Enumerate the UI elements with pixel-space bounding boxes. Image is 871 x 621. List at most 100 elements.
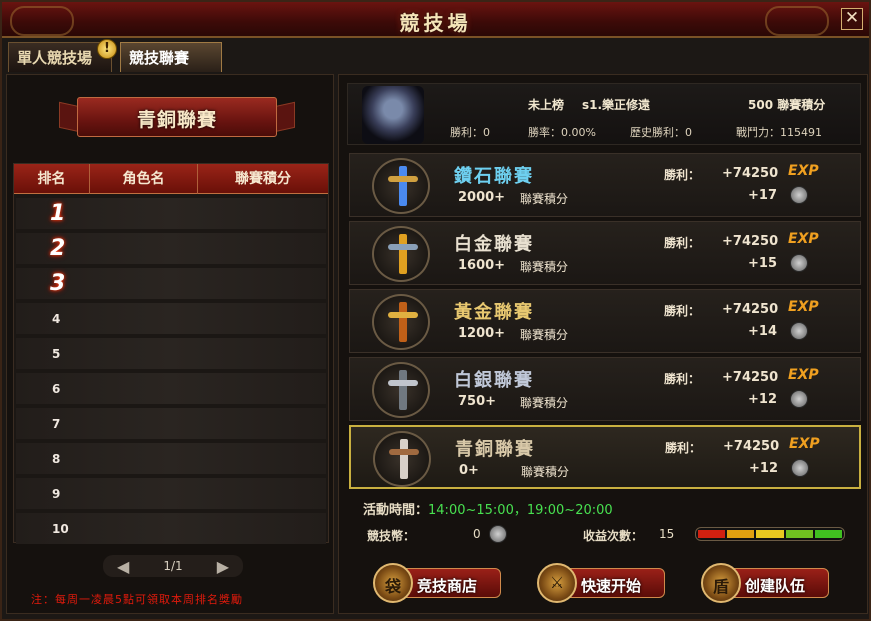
coin-reward: +14: [748, 324, 777, 339]
table-row: 2: [16, 233, 326, 264]
rank-number: 9: [52, 486, 61, 501]
shop-bag-icon: 袋: [373, 563, 413, 603]
gain-count-label: 收益次數：: [583, 529, 644, 543]
league-min-points: 2000+: [458, 190, 506, 205]
win-reward-label: 勝利：: [664, 304, 701, 318]
league-card[interactable]: 白金聯賽 1600+ 聯賽積分 勝利： +74250 EXP +15: [349, 221, 861, 285]
table-row: 3: [16, 268, 326, 299]
table-row: 10: [16, 513, 326, 544]
league-card[interactable]: 白銀聯賽 750+ 聯賽積分 勝利： +74250 EXP +12: [349, 357, 861, 421]
league-panel: 未上榜 s1.樂正修遠 500 聯賽積分 勝利：0 勝率：0.00% 歷史勝利：…: [338, 74, 868, 614]
avatar[interactable]: [362, 86, 424, 144]
close-button[interactable]: ✕: [841, 8, 863, 30]
event-time-label: 活動時間：: [363, 503, 429, 518]
shield-team-icon: 盾: [701, 563, 741, 603]
exp-tag: EXP: [788, 299, 819, 315]
title-bar: 競技場 ✕: [2, 2, 869, 38]
league-card[interactable]: 青銅聯賽 0+ 聯賽積分 勝利： +74250 EXP +12: [349, 425, 861, 489]
league-name: 鑽石聯賽: [454, 166, 534, 187]
exp-tag: EXP: [789, 436, 820, 452]
league-min-points: 1200+: [458, 326, 506, 341]
table-row: 8: [16, 443, 326, 474]
league-sword-icon: [372, 362, 430, 418]
rank-number: 10: [52, 521, 69, 536]
coin-reward: +12: [748, 392, 777, 407]
gain-segment: [814, 530, 843, 538]
next-page-button[interactable]: ▶: [217, 557, 229, 576]
league-banner: 青銅聯賽: [59, 97, 295, 139]
exp-reward: +74250: [722, 370, 779, 385]
win-reward-label: 勝利：: [665, 441, 702, 455]
tab-solo-arena[interactable]: 單人競技場 !: [8, 39, 117, 72]
create-team-label: 创建队伍: [745, 577, 806, 595]
coin-reward: +17: [748, 188, 777, 203]
coin-reward: +12: [749, 461, 778, 476]
arena-coin-icon: [790, 186, 808, 204]
gain-progress-bar: [695, 527, 845, 541]
win-reward-label: 勝利：: [664, 236, 701, 250]
pager: ◀ 1/1 ▶: [103, 555, 243, 577]
exp-reward: +74250: [722, 166, 779, 181]
rank-number: 8: [52, 451, 61, 466]
league-sword-icon: [373, 431, 431, 487]
league-name: 白金聯賽: [454, 234, 534, 255]
arena-shop-button[interactable]: 袋 竞技商店: [373, 563, 503, 603]
league-card[interactable]: 黃金聯賽 1200+ 聯賽積分 勝利： +74250 EXP +14: [349, 289, 861, 353]
create-team-button[interactable]: 盾 创建队伍: [701, 563, 831, 603]
exp-reward: +74250: [722, 234, 779, 249]
header-name: 角色名: [90, 164, 198, 194]
league-points-unit: 聯賽積分: [520, 260, 569, 274]
arena-coin-icon: [790, 390, 808, 408]
player-name: s1.樂正修遠: [582, 98, 651, 112]
tab-solo-arena-label: 單人競技場: [17, 49, 93, 67]
ranking-panel: 青銅聯賽 排名 角色名 聯賽積分 1 2 3 4 5 6 7 8 9 10 ◀ 1/1 ▶ 注：每…: [6, 74, 334, 614]
rank-number: 1: [50, 201, 66, 226]
banner-title: 青銅聯賽: [136, 109, 217, 131]
table-row: 7: [16, 408, 326, 439]
table-row: 4: [16, 303, 326, 334]
arena-coin-icon: [790, 254, 808, 272]
gain-segment: [698, 530, 726, 538]
rank-number: 6: [52, 381, 61, 396]
table-row: 1: [16, 198, 326, 229]
rank-number: 7: [52, 416, 61, 431]
player-power: 戰鬥力：115491: [736, 126, 822, 139]
arena-shop-label: 竞技商店: [417, 577, 478, 595]
exp-reward: +74250: [722, 302, 779, 317]
league-card[interactable]: 鑽石聯賽 2000+ 聯賽積分 勝利： +74250 EXP +17: [349, 153, 861, 217]
quick-start-button[interactable]: ⚔ 快速开始: [537, 563, 667, 603]
page-indicator: 1/1: [163, 559, 183, 573]
arena-window: 競技場 ✕ 單人競技場 ! 競技聯賽 青銅聯賽 排名 角色名 聯賽積分 1 2 3 4…: [0, 0, 871, 621]
rank-status: 未上榜: [528, 98, 565, 112]
arena-coin-value: 0: [473, 527, 481, 541]
event-time: 活動時間：14:00~15:00，19:00~20:00: [363, 499, 613, 518]
arena-coin-icon: [791, 459, 809, 477]
league-min-points: 1600+: [458, 258, 506, 273]
arena-coin-label: 競技幣：: [367, 529, 416, 543]
arena-coin-icon: [489, 525, 507, 543]
league-min-points: 0+: [459, 463, 479, 478]
table-row: 6: [16, 373, 326, 404]
rank-number: 4: [52, 311, 61, 326]
crossed-swords-icon: ⚔: [537, 563, 577, 603]
prev-page-button[interactable]: ◀: [117, 557, 129, 576]
league-sword-icon: [372, 294, 430, 350]
window-title: 競技場: [399, 11, 472, 35]
header-rank: 排名: [14, 164, 90, 194]
ranking-table: 排名 角色名 聯賽積分 1 2 3 4 5 6 7 8 9 10: [13, 163, 329, 544]
gain-segment: [785, 530, 813, 538]
league-name: 白銀聯賽: [454, 370, 534, 391]
table-row: 5: [16, 338, 326, 369]
table-row: 9: [16, 478, 326, 509]
ranking-header: 排名 角色名 聯賽積分: [14, 164, 328, 194]
league-points-unit: 聯賽積分: [520, 328, 569, 342]
win-reward-label: 勝利：: [664, 168, 701, 182]
player-wins: 勝利：0: [450, 126, 490, 139]
player-win-rate: 勝率：0.00%: [528, 126, 596, 139]
gain-segment: [727, 530, 755, 538]
exp-tag: EXP: [788, 367, 819, 383]
rank-number: 5: [52, 346, 61, 361]
exp-reward: +74250: [723, 439, 780, 454]
reward-note: 注：每周一凌晨5點可領取本周排名獎勵: [31, 593, 243, 606]
tab-league[interactable]: 競技聯賽: [120, 42, 222, 72]
